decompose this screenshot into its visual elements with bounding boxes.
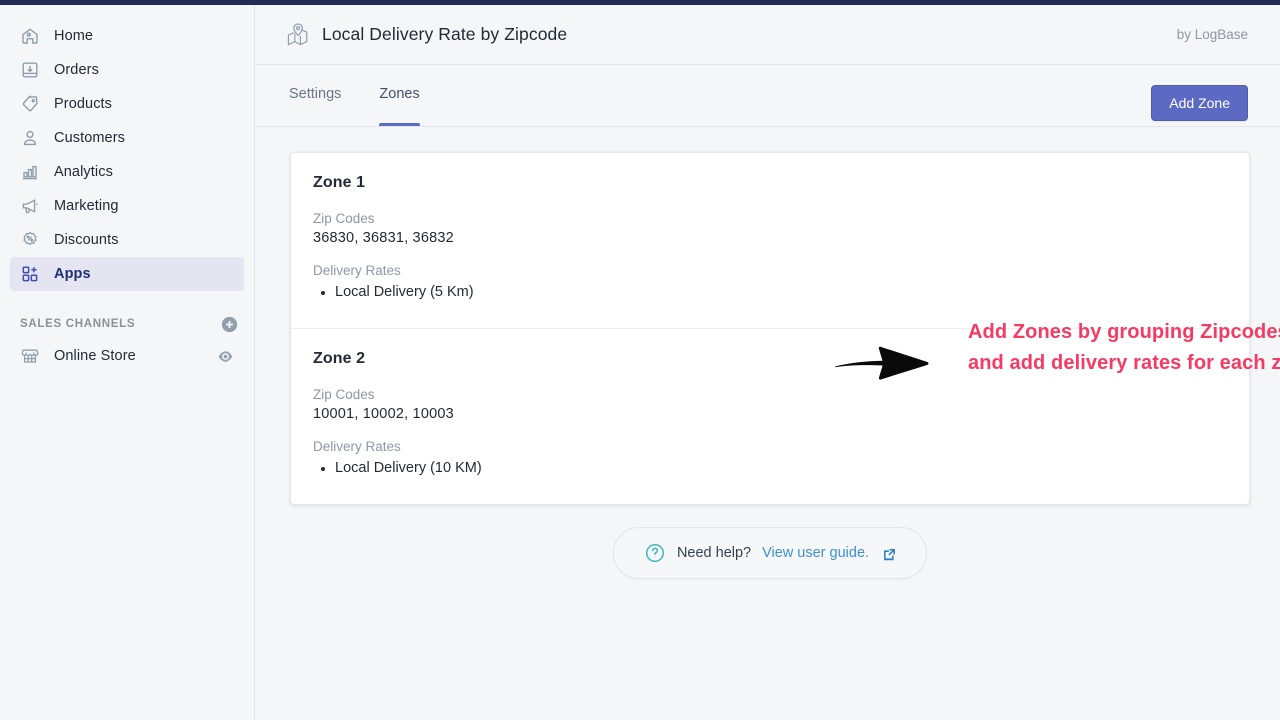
delivery-rates-block: Delivery Rates Local Delivery (10 KM) xyxy=(313,439,1227,480)
sidebar-item-analytics[interactable]: Analytics xyxy=(10,155,244,189)
zone-title: Zone 2 xyxy=(313,349,366,367)
sidebar: Home Orders Products Customers Analytics… xyxy=(0,5,255,720)
bar-chart-icon xyxy=(20,162,40,182)
external-link-icon[interactable] xyxy=(883,548,896,561)
zone-section-2: Zone 2 Zip Codes 10001, 10002, 10003 Del… xyxy=(291,327,1249,504)
sidebar-item-label: Marketing xyxy=(54,197,119,214)
delivery-rates-label: Delivery Rates xyxy=(313,263,401,278)
delivery-rates-block: Delivery Rates Local Delivery (5 Km) xyxy=(313,263,1227,304)
sidebar-item-label: Discounts xyxy=(54,231,119,248)
sidebar-item-discounts[interactable]: Discounts xyxy=(10,223,244,257)
tab-label: Settings xyxy=(289,85,342,102)
zip-codes-value: 36830, 36831, 36832 xyxy=(313,230,454,246)
sidebar-section-title: SALES CHANNELS xyxy=(20,318,136,330)
sidebar-section-sales-channels: SALES CHANNELS xyxy=(20,309,238,339)
home-icon xyxy=(20,26,40,46)
zip-codes-label: Zip Codes xyxy=(313,386,375,402)
tag-icon xyxy=(20,94,40,114)
zip-codes-block: Zip Codes 10001, 10002, 10003 xyxy=(313,387,1227,422)
sidebar-item-marketing[interactable]: Marketing xyxy=(10,189,244,223)
sidebar-item-customers[interactable]: Customers xyxy=(10,121,244,155)
help-text: Need help? xyxy=(676,544,752,561)
tabs: Settings Zones xyxy=(256,65,439,126)
app-byline: by LogBase xyxy=(1176,27,1248,42)
sidebar-item-label: Online Store xyxy=(54,347,136,364)
zones-card: Zone 1 Zip Codes 36830, 36831, 36832 Del… xyxy=(290,152,1250,505)
view-user-guide-link[interactable]: View user guide. xyxy=(762,545,869,561)
question-circle-icon xyxy=(644,542,666,564)
sidebar-item-online-store[interactable]: Online Store xyxy=(10,339,244,373)
zip-codes-value: 10001, 10002, 10003 xyxy=(313,405,454,422)
app-title-wrap: Local Delivery Rate by Zipcode xyxy=(284,21,567,48)
megaphone-icon xyxy=(20,196,40,216)
delivery-rates-list: Local Delivery (10 KM) xyxy=(313,458,1227,480)
tab-settings[interactable]: Settings xyxy=(270,65,360,126)
sidebar-item-home[interactable]: Home xyxy=(10,19,244,53)
plus-circle-icon[interactable] xyxy=(221,316,238,333)
help-wrap: Need help? View user guide. xyxy=(290,526,1250,579)
apps-plus-icon xyxy=(20,264,40,284)
zip-codes-block: Zip Codes 36830, 36831, 36832 xyxy=(313,211,1227,246)
content-area: Zone 1 Zip Codes 36830, 36831, 36832 Del… xyxy=(256,127,1280,579)
sidebar-item-label: Orders xyxy=(54,61,99,78)
tab-zones[interactable]: Zones xyxy=(360,65,438,126)
app-root: Home Orders Products Customers Analytics… xyxy=(0,0,1280,720)
sidebar-item-label: Home xyxy=(54,27,94,44)
add-zone-button[interactable]: Add Zone xyxy=(1151,85,1248,121)
orders-inbox-icon xyxy=(20,60,40,80)
sidebar-item-label: Apps xyxy=(54,265,91,282)
map-pin-icon xyxy=(284,21,311,48)
sidebar-item-orders[interactable]: Orders xyxy=(10,53,244,87)
zip-codes-label: Zip Codes xyxy=(313,211,375,226)
tab-bar: Settings Zones Add Zone xyxy=(256,65,1280,127)
help-pill: Need help? View user guide. xyxy=(612,526,928,579)
page-title: Local Delivery Rate by Zipcode xyxy=(322,24,568,44)
discount-badge-icon xyxy=(20,230,40,250)
app-header: Local Delivery Rate by Zipcode by LogBas… xyxy=(256,5,1280,65)
sidebar-item-products[interactable]: Products xyxy=(10,87,244,121)
delivery-rates-label: Delivery Rates xyxy=(313,438,401,454)
delivery-rates-list: Local Delivery (5 Km) xyxy=(313,282,1227,304)
zone-section-1: Zone 1 Zip Codes 36830, 36831, 36832 Del… xyxy=(291,153,1249,328)
main-area: Local Delivery Rate by Zipcode by LogBas… xyxy=(256,5,1280,720)
tab-label: Zones xyxy=(379,85,420,102)
sidebar-item-label: Customers xyxy=(54,129,125,146)
list-item: Local Delivery (5 Km) xyxy=(313,282,1227,304)
list-item: Local Delivery (10 KM) xyxy=(313,458,1227,480)
sidebar-item-label: Products xyxy=(54,95,113,112)
person-icon xyxy=(20,128,40,148)
sidebar-item-label: Analytics xyxy=(54,163,113,180)
eye-icon[interactable] xyxy=(217,348,234,365)
zone-title: Zone 1 xyxy=(313,174,366,191)
sidebar-item-apps[interactable]: Apps xyxy=(10,257,244,291)
storefront-icon xyxy=(20,346,40,366)
